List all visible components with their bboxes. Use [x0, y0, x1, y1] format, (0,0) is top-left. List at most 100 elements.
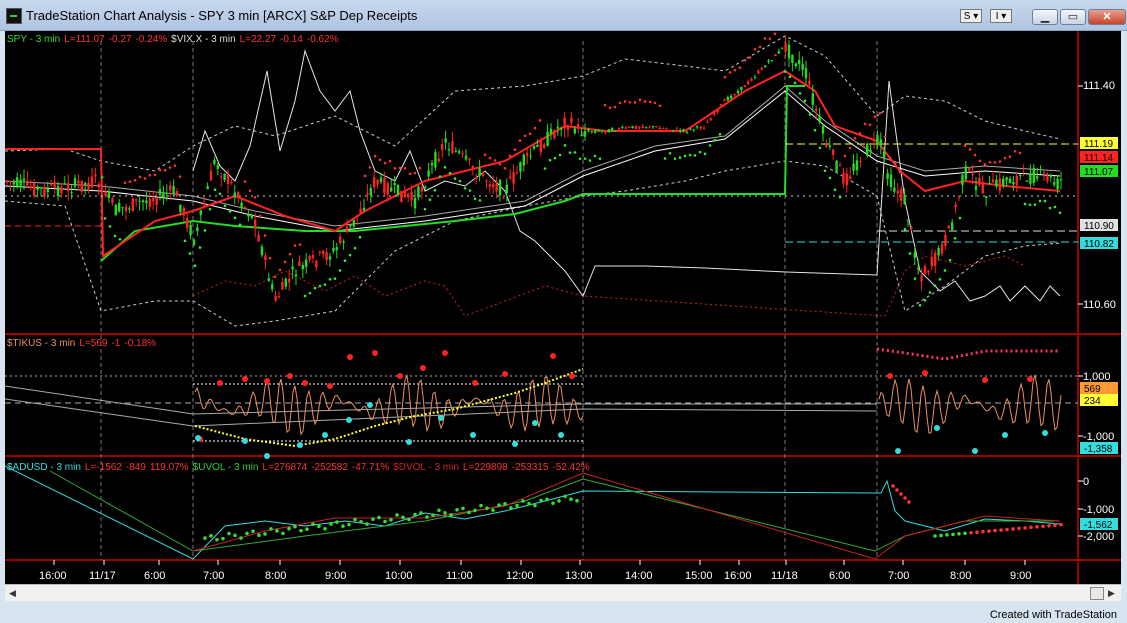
candle-body — [750, 78, 753, 81]
scroll-thumb[interactable] — [1090, 587, 1104, 600]
candle-body — [162, 193, 165, 198]
breadth-dot — [563, 494, 567, 499]
breadth-dot — [419, 511, 423, 515]
chart-area[interactable]: SPY - 3 min L=111.07 -0.27 -0.24% $VIX.X - 3… — [5, 31, 1121, 584]
layout-button[interactable]: I ▾ — [990, 9, 1012, 23]
sar-dot — [508, 154, 512, 158]
axis-tick: 110.60 — [1083, 299, 1116, 311]
scroll-left-icon[interactable]: ◀ — [9, 588, 16, 599]
candle-body — [362, 207, 366, 211]
candle-body — [702, 127, 706, 129]
sar-dot — [803, 99, 807, 103]
candle-body — [488, 184, 491, 187]
sar-dot — [538, 119, 542, 122]
time-label: 15:00 — [685, 570, 713, 582]
candle-body — [502, 197, 505, 199]
breadth-dot — [203, 536, 207, 540]
time-label: 16:00 — [39, 570, 67, 582]
sar-dot — [388, 159, 392, 163]
candle-body — [1005, 177, 1008, 181]
price-pane-plots — [5, 35, 1078, 327]
candle-body — [400, 190, 403, 203]
candle-body — [243, 206, 247, 208]
candle-body — [437, 158, 440, 162]
candle-body — [791, 54, 794, 63]
candle-body — [1056, 178, 1059, 190]
sar-dot — [793, 81, 797, 85]
candle-body — [1019, 174, 1022, 176]
breadth-dot — [437, 508, 441, 513]
candle-body — [1032, 168, 1035, 183]
candle-body — [872, 139, 876, 141]
candle-body — [444, 138, 447, 143]
breadth-dot — [497, 503, 501, 507]
maximize-button[interactable]: ▭ — [1060, 9, 1086, 25]
candle-body — [430, 162, 434, 166]
minimize-button[interactable]: ▁ — [1032, 9, 1058, 25]
sar-dot — [233, 216, 237, 220]
candle-body — [913, 252, 916, 258]
sar-dot — [618, 101, 622, 105]
candle-body — [923, 266, 927, 274]
legend-item: $DVOL - 3 min — [393, 462, 459, 473]
tick-high-dot — [502, 371, 508, 377]
candle-body — [478, 168, 481, 177]
candle-body — [770, 60, 774, 62]
time-label: 12:00 — [506, 570, 534, 582]
candle-body — [985, 196, 988, 198]
candle-body — [226, 174, 230, 185]
breadth-dot — [365, 522, 369, 526]
chart-canvas: SPY - 3 min L=111.07 -0.27 -0.24% $VIX.X - 3… — [5, 31, 1121, 584]
candle-body — [9, 181, 12, 183]
breadth-dot — [1017, 526, 1021, 531]
candle-body — [152, 198, 155, 202]
sar-dot — [403, 166, 407, 170]
breadth-dot — [461, 506, 465, 511]
tick-high-dot — [327, 383, 333, 389]
sar-dot — [723, 75, 727, 79]
candle-body — [277, 296, 281, 298]
vix-red-dotted — [192, 255, 1026, 317]
legend-item: -0.14 — [280, 34, 303, 45]
sar-dot — [313, 286, 317, 290]
time-label: 7:00 — [888, 570, 909, 582]
sar-dot — [928, 291, 932, 294]
scroll-right-icon[interactable]: ▶ — [1108, 588, 1115, 599]
tick-high-dot — [472, 380, 478, 386]
candle-body — [230, 182, 233, 184]
sar-dot — [868, 123, 872, 126]
candle-body — [866, 143, 869, 156]
candle-body — [373, 177, 376, 188]
sar-dot — [498, 162, 502, 166]
tick-low-dot — [367, 402, 373, 408]
breadth-dot — [287, 526, 291, 531]
sar-dot — [448, 171, 452, 175]
sar-dot — [528, 132, 532, 136]
close-button[interactable]: ✕ — [1088, 9, 1126, 25]
candle-body — [12, 181, 15, 185]
tick-high-dot — [287, 373, 293, 379]
legend-item: $TIKUS - 3 min — [7, 338, 75, 349]
candle-body — [607, 129, 610, 133]
sar-dot — [763, 37, 767, 40]
candle-body — [940, 244, 944, 254]
legend-item: $UVOL - 3 min — [193, 462, 259, 473]
time-label: 6:00 — [829, 570, 850, 582]
sar-dot — [263, 234, 267, 237]
sar-dot — [908, 252, 912, 255]
candle-body — [192, 239, 196, 245]
candle-body — [563, 117, 566, 129]
symbol-link-button[interactable]: S ▾ — [960, 9, 982, 23]
horizontal-scrollbar[interactable]: ◀ ▶ — [5, 584, 1121, 601]
candle-body — [709, 118, 712, 121]
sar-dot — [988, 160, 992, 164]
sar-dot — [408, 172, 412, 176]
candle-body — [532, 145, 536, 149]
candle-body — [420, 187, 423, 192]
breadth-dot — [527, 501, 531, 506]
candle-body — [305, 259, 308, 267]
tick-high-dot — [264, 378, 270, 384]
sar-dot — [888, 156, 892, 160]
sar-dot — [243, 180, 247, 183]
sar-dot — [1013, 149, 1017, 153]
